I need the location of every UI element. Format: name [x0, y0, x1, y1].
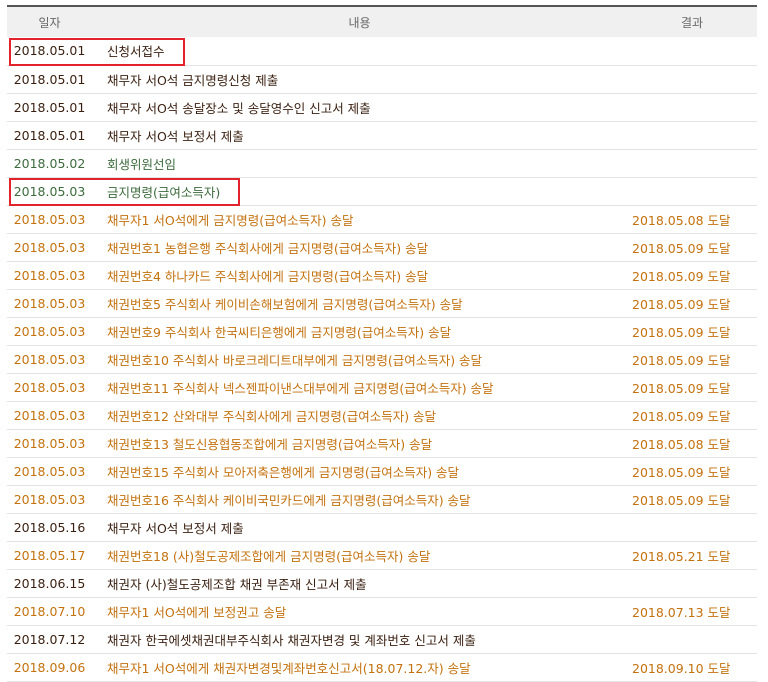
- row-content: 채무자 서O석 금지명령신청 제출: [92, 65, 627, 94]
- case-progress-table: 일자 내용 결과 2018.05.01 신청서접수 2018.05.01 채무자 서O…: [7, 5, 757, 682]
- row-result: 2018.05.09 도달: [627, 457, 757, 486]
- table-row: 2018.05.03 채권번호11 주식회사 넥스젠파이낸스대부에게 금지명령(급…: [7, 373, 757, 402]
- row-result: [627, 65, 757, 94]
- table-row: 2018.07.12 채권자 한국에셋채권대부주식회사 채권자변경 및 계좌번호 …: [7, 625, 757, 654]
- row-date: 2018.05.03: [7, 373, 92, 402]
- row-result: [627, 625, 757, 654]
- table-row: 2018.05.03 채무자1 서O석에게 금지명령(급여소득자) 송달 2018.…: [7, 205, 757, 234]
- row-date: 2018.05.17: [7, 541, 92, 570]
- table-row: 2018.05.02 회생위원선임: [7, 149, 757, 178]
- row-result: 2018.05.09 도달: [627, 233, 757, 262]
- table-row: 2018.05.03 채권번호1 농협은행 주식회사에게 금지명령(급여소득자) …: [7, 233, 757, 262]
- row-result: 2018.05.08 도달: [627, 205, 757, 234]
- row-result: 2018.05.09 도달: [627, 401, 757, 430]
- row-content: 채무자1 서O석에게 금지명령(급여소득자) 송달: [92, 205, 627, 234]
- row-result: 2018.05.09 도달: [627, 373, 757, 402]
- header-result: 결과: [680, 15, 704, 30]
- header-date: 일자: [38, 15, 61, 30]
- row-content: 채권번호10 주식회사 바로크레디트대부에게 금지명령(급여소득자) 송달: [92, 345, 627, 374]
- row-date: 2018.05.03: [7, 205, 92, 234]
- row-content: 채무자1 서O석에게 채권자변경및계좌번호신고서(18.07.12.자) 송달: [92, 653, 627, 682]
- row-content: 채무자 서O석 송달장소 및 송달영수인 신고서 제출: [92, 93, 627, 122]
- row-date: 2018.06.15: [7, 569, 92, 598]
- table-row: 2018.06.15 채권자 (사)철도공제조합 채권 부존재 신고서 제출: [7, 569, 757, 598]
- row-content: 채권번호18 (사)철도공제조합에게 금지명령(급여소득자) 송달: [92, 541, 627, 570]
- row-date: 2018.05.03: [7, 261, 92, 290]
- table-row: 2018.05.01 채무자 서O석 금지명령신청 제출: [7, 65, 757, 94]
- row-result: 2018.09.10 도달: [627, 653, 757, 682]
- row-content: 회생위원선임: [92, 149, 627, 178]
- row-date: 2018.05.03: [7, 289, 92, 318]
- row-content: 채무자 서O석 보정서 제출: [92, 513, 627, 542]
- table-row: 2018.05.03 채권번호5 주식회사 케이비손해보험에게 금지명령(급여소득…: [7, 289, 757, 318]
- table-row: 2018.05.03 채권번호16 주식회사 케이비국민카드에게 금지명령(급여소…: [7, 485, 757, 514]
- row-date: 2018.05.03: [7, 177, 92, 206]
- row-date: 2018.05.01: [7, 93, 92, 122]
- row-result: [627, 149, 757, 178]
- table-row: 2018.05.03 채권번호15 주식회사 모아저축은행에게 금지명령(급여소득…: [7, 457, 757, 486]
- row-result: [627, 513, 757, 542]
- row-result: 2018.05.21 도달: [627, 541, 757, 570]
- row-result: 2018.05.09 도달: [627, 289, 757, 318]
- row-date: 2018.09.06: [7, 653, 92, 682]
- table-row: 2018.05.01 신청서접수: [7, 37, 757, 66]
- row-date: 2018.05.03: [7, 401, 92, 430]
- row-date: 2018.05.03: [7, 317, 92, 346]
- row-result: 2018.05.09 도달: [627, 261, 757, 290]
- row-date: 2018.07.10: [7, 597, 92, 626]
- row-content: 채권번호1 농협은행 주식회사에게 금지명령(급여소득자) 송달: [92, 233, 627, 262]
- row-result: [627, 569, 757, 598]
- row-content: 채권번호4 하나카드 주식회사에게 금지명령(급여소득자) 송달: [92, 261, 627, 290]
- row-date: 2018.05.01: [7, 121, 92, 150]
- row-content: 채권번호12 산와대부 주식회사에게 금지명령(급여소득자) 송달: [92, 401, 627, 430]
- row-date: 2018.05.03: [7, 345, 92, 374]
- table-row: 2018.05.01 채무자 서O석 송달장소 및 송달영수인 신고서 제출: [7, 93, 757, 122]
- table-row: 2018.05.03 채권번호9 주식회사 한국씨티은행에게 금지명령(급여소득자…: [7, 317, 757, 346]
- row-content: 채권번호13 철도신용협동조합에게 금지명령(급여소득자) 송달: [92, 429, 627, 458]
- row-result: [627, 37, 757, 66]
- row-date: 2018.05.01: [7, 65, 92, 94]
- table-row: 2018.05.03 금지명령(급여소득자): [7, 177, 757, 206]
- table-row: 2018.05.01 채무자 서O석 보정서 제출: [7, 121, 757, 150]
- table-row: 2018.09.06 채무자1 서O석에게 채권자변경및계좌번호신고서(18.07…: [7, 653, 757, 682]
- row-date: 2018.05.03: [7, 429, 92, 458]
- table-row: 2018.05.17 채권번호18 (사)철도공제조합에게 금지명령(급여소득자)…: [7, 541, 757, 570]
- table-row: 2018.05.03 채권번호10 주식회사 바로크레디트대부에게 금지명령(급여…: [7, 345, 757, 374]
- table-row: 2018.05.03 채권번호4 하나카드 주식회사에게 금지명령(급여소득자) …: [7, 261, 757, 290]
- row-date: 2018.05.01: [7, 37, 92, 66]
- table-row: 2018.07.10 채무자1 서O석에게 보정권고 송달 2018.07.13 도…: [7, 597, 757, 626]
- row-result: [627, 93, 757, 122]
- row-date: 2018.05.03: [7, 485, 92, 514]
- row-content: 채권번호5 주식회사 케이비손해보험에게 금지명령(급여소득자) 송달: [92, 289, 627, 318]
- row-date: 2018.05.03: [7, 457, 92, 486]
- row-result: 2018.05.08 도달: [627, 429, 757, 458]
- row-date: 2018.05.02: [7, 149, 92, 178]
- row-result: 2018.05.09 도달: [627, 317, 757, 346]
- case-progress-table-container: 일자 내용 결과 2018.05.01 신청서접수 2018.05.01 채무자 서O…: [7, 5, 757, 682]
- row-content: 채권번호15 주식회사 모아저축은행에게 금지명령(급여소득자) 송달: [92, 457, 627, 486]
- row-content: 금지명령(급여소득자): [92, 177, 627, 206]
- row-content: 신청서접수: [92, 37, 627, 66]
- row-content: 채권번호9 주식회사 한국씨티은행에게 금지명령(급여소득자) 송달: [92, 317, 627, 346]
- row-date: 2018.07.12: [7, 625, 92, 654]
- row-content: 채권번호16 주식회사 케이비국민카드에게 금지명령(급여소득자) 송달: [92, 485, 627, 514]
- row-content: 채권번호11 주식회사 넥스젠파이낸스대부에게 금지명령(급여소득자) 송달: [92, 373, 627, 402]
- row-result: [627, 121, 757, 150]
- table-row: 2018.05.16 채무자 서O석 보정서 제출: [7, 513, 757, 542]
- row-result: 2018.05.09 도달: [627, 345, 757, 374]
- row-date: 2018.05.03: [7, 233, 92, 262]
- row-content: 채권자 (사)철도공제조합 채권 부존재 신고서 제출: [92, 569, 627, 598]
- header-content: 내용: [348, 15, 371, 30]
- table-header-row: 일자 내용 결과: [7, 6, 757, 37]
- row-content: 채무자 서O석 보정서 제출: [92, 121, 627, 150]
- table-row: 2018.05.03 채권번호13 철도신용협동조합에게 금지명령(급여소득자) …: [7, 429, 757, 458]
- row-content: 채무자1 서O석에게 보정권고 송달: [92, 597, 627, 626]
- row-date: 2018.05.16: [7, 513, 92, 542]
- row-result: 2018.05.09 도달: [627, 485, 757, 514]
- table-row: 2018.05.03 채권번호12 산와대부 주식회사에게 금지명령(급여소득자)…: [7, 401, 757, 430]
- row-content: 채권자 한국에셋채권대부주식회사 채권자변경 및 계좌번호 신고서 제출: [92, 625, 627, 654]
- table-body: 2018.05.01 신청서접수 2018.05.01 채무자 서O석 금지명령신청 …: [7, 37, 757, 682]
- row-result: [627, 177, 757, 206]
- row-result: 2018.07.13 도달: [627, 597, 757, 626]
